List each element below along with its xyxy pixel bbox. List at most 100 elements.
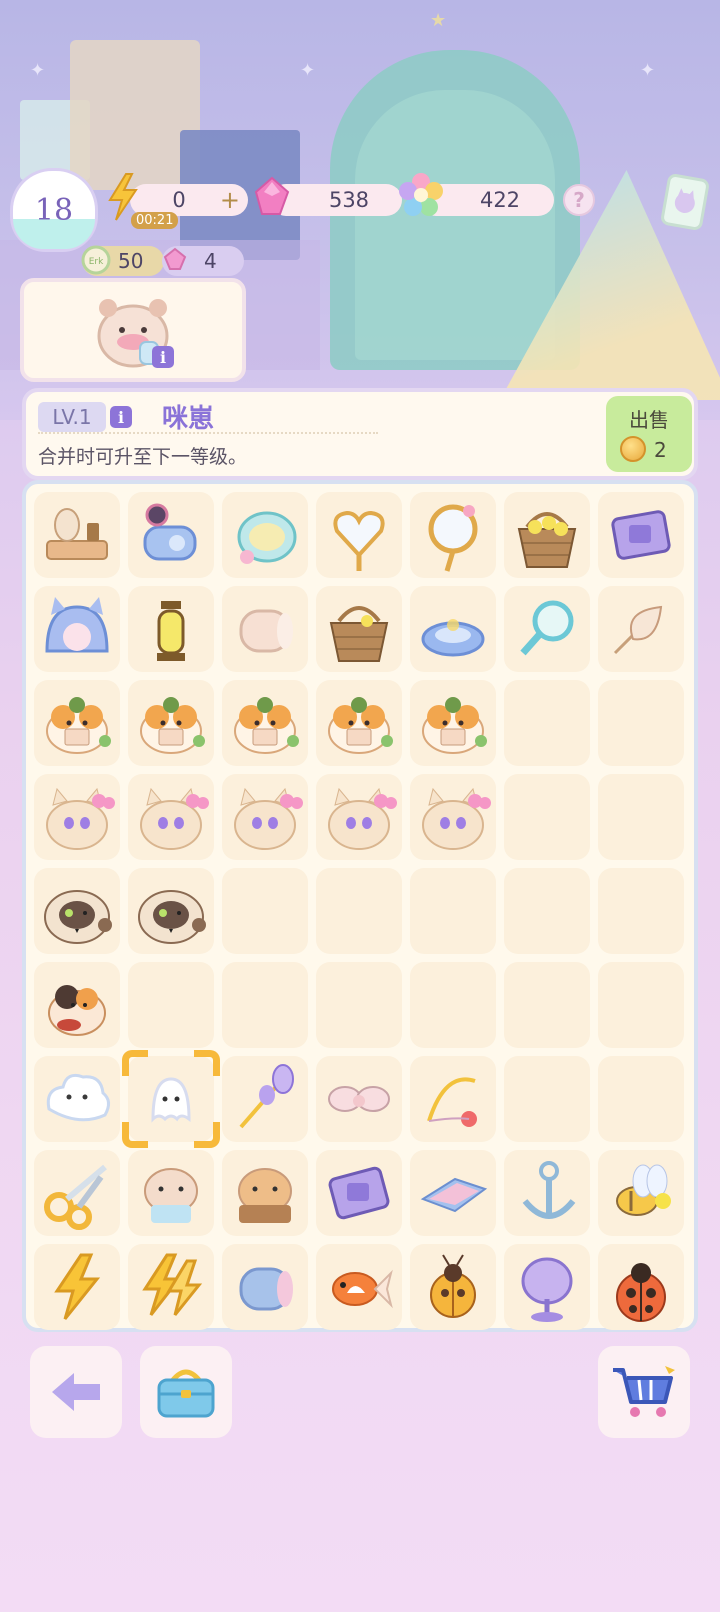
yarn-roll-icon [239,609,293,653]
board-cell-cat-tunnel[interactable] [34,586,120,672]
board-cell-lantern[interactable] [128,586,214,672]
selection-corner [122,1122,148,1148]
flower-basket-icon [517,512,577,568]
board-grid [34,492,684,1330]
board-cell-empty[interactable] [504,680,590,766]
purple-device-icon [611,510,671,560]
board-cell-empty[interactable] [316,868,402,954]
board-cell-empty[interactable] [410,868,496,954]
board-cell-energy-bolt[interactable] [34,1244,120,1330]
selection-corner [194,1050,220,1076]
board-cell-cream-kitten-bow[interactable] [410,774,496,860]
board-cell-empty[interactable] [598,680,684,766]
board-cell-hamster-cup[interactable] [128,1150,214,1236]
board-cell-cloud-ghost[interactable] [34,1056,120,1142]
cream-kitten-bow-icon [328,787,397,850]
folded-cloth-icon [420,1177,488,1213]
cat-card-icon [674,188,695,213]
board-cell-scissors[interactable] [34,1150,120,1236]
goldfish-icon [332,1269,393,1309]
player-level-badge[interactable]: 18 [10,168,98,252]
board-cell-cat-bowl[interactable] [222,492,308,578]
back-button[interactable] [30,1346,122,1438]
board-cell-flower-racket[interactable] [410,492,496,578]
wicker-basket-icon [329,606,389,662]
board-cell-calico-kitten-mizai[interactable] [34,962,120,1048]
board-cell-empty[interactable] [504,774,590,860]
board-cell-calico-cat-letter[interactable] [128,680,214,766]
satellite-dish-icon [521,1257,573,1322]
board-cell-cream-kitten-bow[interactable] [316,774,402,860]
board-cell-fishing-rod[interactable] [410,1056,496,1142]
board-cell-calico-cat-letter[interactable] [34,680,120,766]
board-cell-purple-flower-wand[interactable] [222,1056,308,1142]
board-cell-magnifier[interactable] [504,586,590,672]
board-cell-empty[interactable] [598,962,684,1048]
board-cell-hamster-box[interactable] [222,1150,308,1236]
board-cell-selected[interactable] [122,1050,220,1148]
svg-text:Erk: Erk [89,257,104,267]
selected-item-preview[interactable]: i [20,278,246,382]
board-cell-wicker-basket[interactable] [316,586,402,672]
board-cell-siamese-cat[interactable] [128,868,214,954]
board-cell-feather-toy[interactable] [598,586,684,672]
board-cell-calico-cat-letter[interactable] [410,680,496,766]
item-level-tag: LV.1 [38,402,106,432]
board-cell-anchor-toy[interactable] [504,1150,590,1236]
item-description: 合并时可升至下一等级。 [38,446,248,468]
board-cell-satellite-dish[interactable] [504,1244,590,1330]
board-cell-empty[interactable] [222,962,308,1048]
energy-timer: 00:21 [131,212,179,229]
magnifier-icon [520,600,574,656]
board-cell-flower-basket[interactable] [504,492,590,578]
card-collection-button[interactable] [659,172,711,232]
board-cell-yellow-ladybug[interactable] [410,1244,496,1330]
board-cell-purple-device[interactable] [598,492,684,578]
board-cell-empty[interactable] [222,868,308,954]
board-cell-spool-table[interactable] [34,492,120,578]
board-cell-red-ladybug[interactable] [598,1244,684,1330]
board-cell-purple-mat[interactable] [316,1150,402,1236]
board-cell-heart-racket[interactable] [316,492,402,578]
energy-bolt-double-icon [142,1253,203,1316]
calico-cat-letter-icon [46,697,111,754]
cream-kitten-bow-icon [46,787,115,850]
board-cell-cat-bed[interactable] [410,586,496,672]
sell-button[interactable]: 出售 2 [606,396,692,472]
board-cell-rolled-blanket[interactable] [222,1244,308,1330]
rainbow-flower-icon [399,173,443,216]
heart-racket-icon [333,510,385,571]
item-info-button[interactable]: i [152,346,174,368]
wardrobe-door [355,90,555,360]
board-cell-empty[interactable] [128,962,214,1048]
board-cell-bee[interactable] [598,1150,684,1236]
board-cell-calico-cat-letter[interactable] [222,680,308,766]
coin-value: 50 [118,249,144,273]
help-button[interactable]: ? [563,184,595,216]
board-cell-cream-kitten-bow[interactable] [128,774,214,860]
board-cell-empty[interactable] [316,962,402,1048]
board-cell-empty[interactable] [598,1056,684,1142]
coin-icon [620,436,646,462]
board-cell-cream-kitten-bow[interactable] [34,774,120,860]
board-cell-cream-kitten-bow[interactable] [222,774,308,860]
board-cell-empty[interactable] [504,962,590,1048]
board-cell-empty[interactable] [504,1056,590,1142]
board-cell-empty[interactable] [410,962,496,1048]
board-cell-empty[interactable] [598,868,684,954]
energy-plus-button[interactable]: + [220,186,240,214]
board-cell-calico-cat-letter[interactable] [316,680,402,766]
board-cell-empty[interactable] [598,774,684,860]
inventory-button[interactable] [140,1346,232,1438]
board-cell-ribbon-bow[interactable] [316,1056,402,1142]
board-cell-siamese-cat[interactable] [34,868,120,954]
player-level: 18 [34,192,74,228]
board-cell-folded-cloth[interactable] [410,1150,496,1236]
board-cell-empty[interactable] [504,868,590,954]
board-cell-cat-hairdryer[interactable] [128,492,214,578]
shop-button[interactable] [598,1346,690,1438]
item-info-button[interactable]: i [110,406,132,428]
board-cell-energy-bolt-double[interactable] [128,1244,214,1330]
board-cell-goldfish[interactable] [316,1244,402,1330]
board-cell-yarn-roll[interactable] [222,586,308,672]
